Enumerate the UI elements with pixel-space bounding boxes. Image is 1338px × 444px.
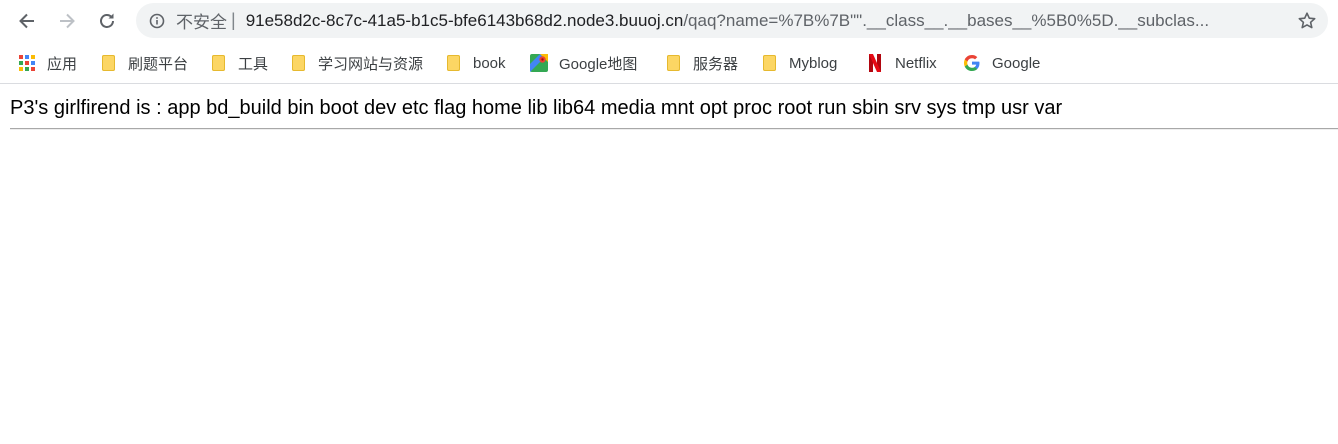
folder-icon — [209, 54, 227, 72]
url-path: /qaq?name=%7B%7B"".__class__.__bases__%5… — [683, 10, 1210, 30]
bookmarks-bar: 应用 刷题平台 工具 学习网站与资源 book Google地图 服务器 Myb… — [0, 42, 1338, 84]
page-content: P3's girlfirend is : app bd_build bin bo… — [0, 84, 1338, 130]
folder-icon — [99, 54, 117, 72]
page-text: P3's girlfirend is : app bd_build bin bo… — [10, 97, 1063, 119]
bookmark-apps[interactable]: 应用 — [18, 51, 77, 75]
google-icon — [963, 54, 981, 72]
bookmark-google-maps[interactable]: Google地图 — [530, 51, 637, 75]
bookmark-folder-servers[interactable]: 服务器 — [664, 51, 738, 75]
bookmark-google[interactable]: Google — [963, 51, 1040, 75]
separator: | — [231, 10, 236, 30]
folder-icon — [664, 54, 682, 72]
bookmark-folder-tools[interactable]: 工具 — [209, 51, 268, 75]
folder-icon — [760, 54, 778, 72]
arrow-left-icon — [19, 13, 34, 29]
security-label[interactable]: 不安全 — [176, 8, 227, 33]
bookmark-netflix[interactable]: Netflix — [866, 51, 937, 75]
arrow-right-icon — [60, 13, 75, 29]
bookmark-label: 学习网站与资源 — [318, 55, 424, 73]
bookmark-label: Netflix — [895, 54, 937, 72]
apps-grid-icon — [18, 54, 36, 72]
url-host: 91e58d2c-8c7c-41a5-b1c5-bfe6143b68d2.nod… — [245, 10, 684, 30]
horizontal-rule — [10, 128, 1338, 130]
bookmark-folder-myblog[interactable]: Myblog — [760, 51, 837, 75]
bookmark-label: 工具 — [238, 55, 269, 73]
bookmark-star-button[interactable] — [1296, 10, 1318, 32]
url-text[interactable]: 91e58d2c-8c7c-41a5-b1c5-bfe6143b68d2.nod… — [246, 11, 1274, 31]
bookmark-label: 刷题平台 — [128, 55, 189, 73]
info-icon[interactable] — [148, 12, 166, 30]
bookmark-folder-shuati[interactable]: 刷题平台 — [99, 51, 188, 75]
netflix-icon — [866, 54, 884, 72]
browser-toolbar: 不安全 | 91e58d2c-8c7c-41a5-b1c5-bfe6143b68… — [0, 0, 1338, 42]
bookmark-label: 应用 — [47, 55, 78, 73]
bookmark-label: Myblog — [789, 54, 838, 72]
bookmark-folder-book[interactable]: book — [444, 51, 506, 75]
forward-button[interactable] — [51, 5, 83, 37]
back-button[interactable] — [11, 5, 43, 37]
address-bar[interactable]: 不安全 | 91e58d2c-8c7c-41a5-b1c5-bfe6143b68… — [136, 3, 1328, 38]
bookmark-label: Google — [992, 54, 1041, 72]
folder-icon — [289, 54, 307, 72]
reload-button[interactable] — [91, 5, 123, 37]
bookmark-label: book — [473, 54, 506, 72]
google-maps-icon — [530, 54, 548, 72]
reload-icon — [100, 13, 114, 28]
folder-icon — [444, 54, 462, 72]
star-icon — [1298, 12, 1316, 29]
bookmark-label: 服务器 — [693, 55, 739, 73]
bookmark-label: Google地图 — [559, 55, 638, 73]
bookmark-folder-learning[interactable]: 学习网站与资源 — [289, 51, 423, 75]
